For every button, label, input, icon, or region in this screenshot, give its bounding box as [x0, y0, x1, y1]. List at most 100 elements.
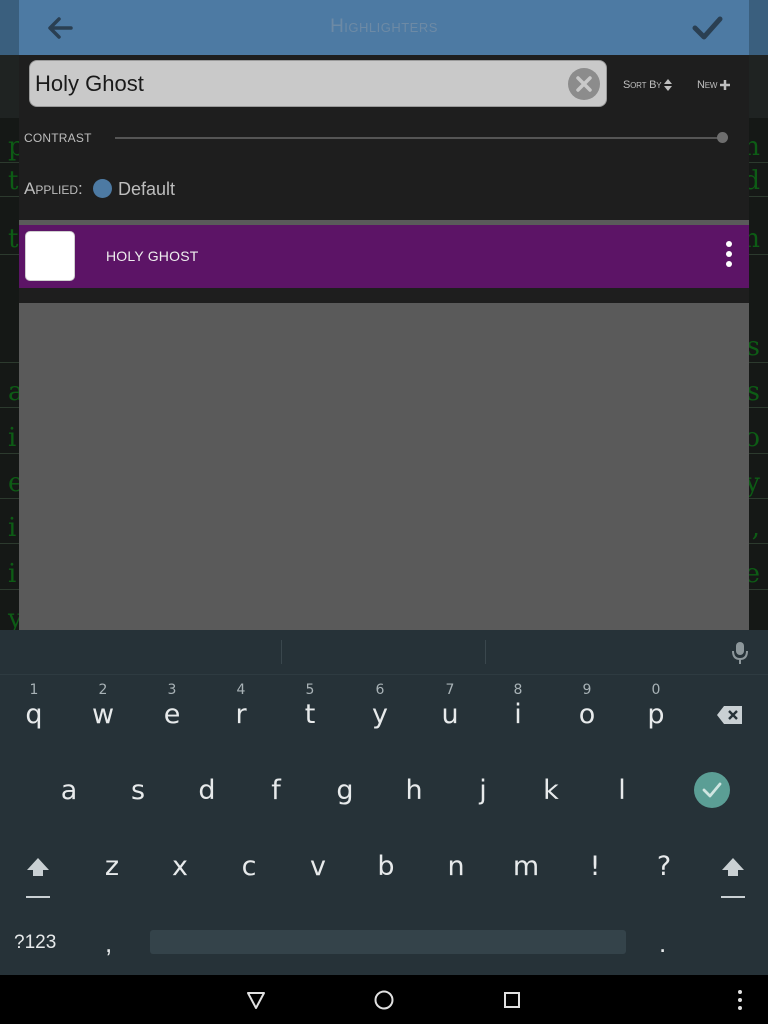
key-character: x	[172, 851, 188, 882]
new-highlighter-button[interactable]: New	[697, 79, 731, 91]
confirm-button[interactable]	[687, 10, 727, 46]
keyboard-key[interactable]: a	[39, 758, 99, 818]
background-text-left: i	[8, 559, 17, 589]
default-radio[interactable]	[93, 179, 112, 198]
space-bar[interactable]	[150, 930, 626, 954]
keyboard-key[interactable]: 3e	[142, 682, 202, 742]
keyboard-key[interactable]: l	[592, 758, 652, 818]
key-character: t	[304, 699, 316, 730]
key-character: f	[271, 775, 281, 806]
enter-key[interactable]	[694, 772, 730, 808]
key-character: y	[372, 699, 388, 730]
row-overflow-menu-button[interactable]	[721, 241, 737, 273]
nav-menu-button[interactable]	[729, 989, 751, 1011]
plus-icon	[720, 80, 731, 90]
key-character: j	[479, 775, 487, 806]
applied-label: Applied:	[24, 179, 83, 198]
period-key[interactable]: .	[659, 928, 666, 959]
keyboard-key[interactable]: !	[565, 834, 625, 894]
search-input[interactable]	[35, 67, 555, 101]
key-number-hint: 0	[651, 682, 661, 698]
key-character: c	[241, 851, 257, 882]
suggestion-divider	[485, 640, 486, 664]
key-number-hint: 3	[167, 682, 177, 698]
key-character: i	[514, 699, 522, 730]
soft-keyboard: ?123 , . 1q2w3e4r5t6y7u8i9o0pasdfghjklzx…	[0, 630, 768, 975]
key-number-hint: 2	[98, 682, 108, 698]
nav-home-button[interactable]	[373, 989, 395, 1011]
system-nav-bar	[0, 975, 768, 1024]
background-text-right: ,	[751, 513, 760, 543]
keyboard-key[interactable]: 4r	[211, 682, 271, 742]
key-character: !	[589, 851, 601, 882]
key-character: q	[25, 699, 43, 730]
default-label[interactable]: Default	[118, 179, 175, 200]
keyboard-key[interactable]: d	[177, 758, 237, 818]
keyboard-key[interactable]: 5t	[280, 682, 340, 742]
more-vertical-icon	[726, 241, 732, 247]
keyboard-key[interactable]: b	[356, 834, 416, 894]
key-character: a	[60, 775, 78, 806]
keyboard-key[interactable]: 1q	[4, 682, 64, 742]
keyboard-key[interactable]: 8i	[488, 682, 548, 742]
dialog-title: Highlighters	[330, 16, 438, 37]
keyboard-key[interactable]: 7u	[420, 682, 480, 742]
highlighter-swatch[interactable]	[25, 231, 75, 281]
keyboard-key[interactable]: k	[521, 758, 581, 818]
key-character: r	[235, 699, 247, 730]
keyboard-key[interactable]: ?	[634, 834, 694, 894]
new-label: New	[697, 79, 718, 91]
keyboard-key[interactable]: h	[384, 758, 444, 818]
key-character: e	[163, 699, 181, 730]
keyboard-key[interactable]: m	[496, 834, 556, 894]
highlighter-list-item[interactable]: HOLY GHOST	[19, 225, 749, 288]
keyboard-key[interactable]: g	[315, 758, 375, 818]
shift-icon	[26, 858, 50, 898]
keyboard-key[interactable]: 2w	[73, 682, 133, 742]
background-text-left: t	[8, 166, 19, 196]
list-divider	[19, 288, 749, 303]
key-character: n	[447, 851, 465, 882]
dialog-header: Highlighters	[19, 0, 749, 55]
symbols-key[interactable]: ?123	[14, 932, 56, 954]
key-character: l	[618, 775, 626, 806]
keyboard-key[interactable]: f	[246, 758, 306, 818]
key-character: k	[543, 775, 559, 806]
square-recents-icon	[504, 992, 520, 1008]
dialog-controls: Sort By New CONTRAST Applied: Default	[19, 55, 749, 220]
keyboard-key[interactable]: z	[82, 834, 142, 894]
shift-key-left[interactable]	[8, 846, 68, 906]
highlighters-dialog: Highlighters Sort By New	[19, 0, 749, 630]
keyboard-key[interactable]: x	[150, 834, 210, 894]
contrast-slider-track[interactable]	[115, 137, 723, 139]
key-number-hint: 4	[236, 682, 246, 698]
close-icon	[576, 76, 592, 92]
keyboard-key[interactable]: 0p	[626, 682, 686, 742]
background-text-left: t	[8, 224, 19, 254]
comma-key[interactable]: ,	[105, 928, 112, 959]
keyboard-key[interactable]: n	[426, 834, 486, 894]
microphone-button[interactable]	[729, 640, 751, 666]
keyboard-key[interactable]: 6y	[350, 682, 410, 742]
keyboard-key[interactable]: j	[453, 758, 513, 818]
nav-back-button[interactable]	[245, 989, 267, 1011]
suggestion-divider	[281, 640, 282, 664]
keyboard-key[interactable]: c	[219, 834, 279, 894]
keyboard-key[interactable]: 9o	[557, 682, 617, 742]
backspace-key[interactable]	[700, 690, 760, 750]
shift-key-right[interactable]	[703, 846, 763, 906]
backspace-icon	[717, 706, 742, 724]
contrast-slider-thumb[interactable]	[717, 132, 728, 143]
key-character: s	[130, 775, 146, 806]
keyboard-key[interactable]: v	[288, 834, 348, 894]
key-character: m	[512, 851, 540, 882]
key-number-hint: 1	[29, 682, 39, 698]
key-character: h	[405, 775, 423, 806]
highlighter-name: HOLY GHOST	[106, 248, 199, 264]
nav-recents-button[interactable]	[501, 989, 523, 1011]
clear-search-button[interactable]	[568, 68, 600, 100]
key-number-hint: 5	[305, 682, 315, 698]
key-number-hint: 6	[375, 682, 385, 698]
keyboard-key[interactable]: s	[108, 758, 168, 818]
sort-by-button[interactable]: Sort By	[623, 79, 673, 91]
